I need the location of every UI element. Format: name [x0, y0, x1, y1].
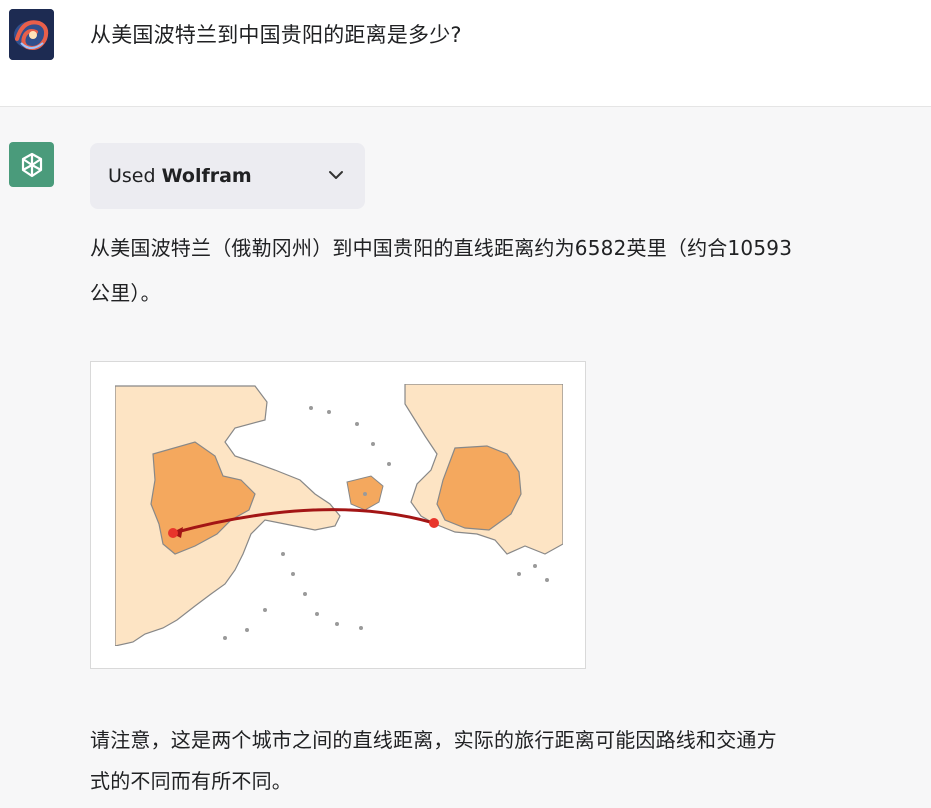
answer-line-2: 公里）。 [90, 281, 161, 305]
user-message-row: 从美国波特兰到中国贵阳的距离是多少? [0, 0, 931, 107]
plugin-used-label: Used Wolfram [108, 162, 252, 190]
guiyang-marker [168, 528, 178, 538]
note-line-1: 请注意，这是两个城市之间的直线距离，实际的旅行距离可能因路线和交通方 [90, 728, 777, 752]
user-avatar[interactable] [9, 9, 54, 60]
portland-marker [429, 518, 439, 528]
note-line-2: 式的不同而有所不同。 [90, 769, 292, 793]
route-map-image [90, 361, 586, 669]
user-message-text: 从美国波特兰到中国贵阳的距离是多少? [90, 23, 462, 47]
assistant-message-row: Used Wolfram 从美国波特兰（俄勒冈州）到中国贵阳的直线距离约为658… [0, 107, 931, 808]
plugin-name: Wolfram [161, 165, 252, 187]
galaxy-avatar-icon [9, 9, 54, 60]
chevron-down-icon[interactable] [324, 163, 348, 187]
route-map-graphic [115, 384, 563, 646]
plugin-prefix: Used [108, 165, 156, 187]
answer-line-1: 从美国波特兰（俄勒冈州）到中国贵阳的直线距离约为6582英里（约合10593 [90, 236, 793, 260]
plugin-used-dropdown[interactable]: Used Wolfram [90, 143, 365, 209]
assistant-avatar [9, 142, 54, 187]
openai-logo-icon [21, 152, 42, 177]
